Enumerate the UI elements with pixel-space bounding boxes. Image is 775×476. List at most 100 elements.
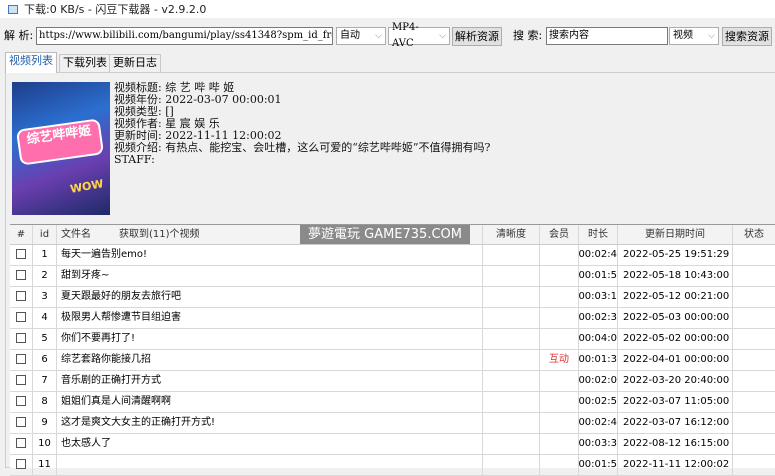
mode-select[interactable]: 自动 ⌵ [336,27,386,45]
tab-video-list[interactable]: 视频列表 [5,52,57,73]
table-row[interactable]: 1 每天一遍告别emo! 00:02:4 2022-05-25 19:51:29 [10,245,775,266]
row-checkbox-cell[interactable] [10,434,33,454]
row-duration-text: 00:02:4 [579,417,617,428]
row-checkbox-cell[interactable] [10,245,33,265]
row-status [733,455,775,475]
row-checkbox-cell[interactable] [10,287,33,307]
row-date: 2022-04-01 00:00:00 [618,350,733,370]
row-vip [540,329,579,349]
row-duration: 00:01:5 [579,455,618,475]
row-duration-text: 00:01:5 [579,270,617,281]
search-type-select[interactable]: 视频 ⌵ [669,27,719,45]
table-row[interactable]: 9 这才是爽文大女主的正确打开方式! 00:02:4 2022-03-07 16:12… [10,413,775,434]
row-checkbox-cell[interactable] [10,329,33,349]
search-label: 搜 索: [513,29,543,42]
row-filename: 每天一遍告别emo! [57,245,483,265]
row-filename: 极限男人帮惨遭节目组迫害 [57,308,483,328]
row-duration: 00:02:3 [579,308,618,328]
row-checkbox[interactable] [16,291,26,301]
format-select[interactable]: MP4-AVC ⌵ [388,22,450,49]
table-row[interactable]: 6 综艺套路你能接几招 互动 00:01:3 2022-04-01 00:00:00 [10,350,775,371]
row-checkbox[interactable] [16,417,26,427]
row-duration: 00:04:0 [579,329,618,349]
row-date: 2022-08-12 16:15:00 [618,434,733,454]
row-duration-text: 00:02:4 [579,249,617,260]
row-duration-text: 00:02:5 [579,396,617,407]
row-id: 1 [33,245,57,265]
url-input[interactable]: https://www.bilibili.com/bangumi/play/ss… [36,27,333,45]
row-status [733,434,775,454]
row-duration-text: 00:04:0 [579,333,617,344]
row-status [733,329,775,349]
col-duration[interactable]: 时长 [579,225,618,244]
row-checkbox[interactable] [16,354,26,364]
row-checkbox-cell[interactable] [10,266,33,286]
table-row[interactable]: 10 也太感人了 00:03:3 2022-08-12 16:15:00 [10,434,775,455]
row-duration: 00:03:1 [579,287,618,307]
row-status [733,287,775,307]
row-filename: 姐姐们真是人间清醒啊啊 [57,392,483,412]
row-vip [540,245,579,265]
row-date: 2022-05-03 00:00:00 [618,308,733,328]
row-checkbox[interactable] [16,375,26,385]
row-checkbox[interactable] [16,333,26,343]
table-row[interactable]: 4 极限男人帮惨遭节目组迫害 00:02:3 2022-05-03 00:00:00 [10,308,775,329]
search-button[interactable]: 搜索资源 [722,27,772,46]
row-duration: 00:01:3 [579,350,618,370]
tab-download-list[interactable]: 下载列表 [59,54,111,72]
row-vip [540,266,579,286]
row-duration-text: 00:01:5 [579,459,617,470]
col-quality[interactable]: 清晰度 [483,225,540,244]
row-id: 4 [33,308,57,328]
video-info: 视频标题: 综 艺 哔 哔 姬 视频年份: 2022-03-07 00:00:0… [114,82,490,166]
row-date: 2022-03-20 20:40:00 [618,371,733,391]
row-checkbox[interactable] [16,249,26,259]
table-row[interactable]: 8 姐姐们真是人间清醒啊啊 00:02:5 2022-03-07 11:05:00 [10,392,775,413]
row-quality [483,245,540,265]
window-title: 下载:0 KB/s - 闪豆下载器 - v2.9.2.0 [24,3,207,16]
info-intro: 视频介绍: 有热点、能挖宝、会吐槽，这么可爱的“综艺哔哔姬”不值得拥有吗? [114,141,491,154]
row-id: 10 [33,434,57,454]
row-vip [540,413,579,433]
col-vip[interactable]: 会员 [540,225,579,244]
row-date: 2022-03-07 11:05:00 [618,392,733,412]
parse-button[interactable]: 解析资源 [452,27,502,46]
row-date: 2022-11-11 12:00:02 [618,455,733,475]
row-checkbox[interactable] [16,438,26,448]
col-date[interactable]: 更新日期时间 [618,225,733,244]
video-cover-image: 综艺哔哔姬 WOW [12,82,110,215]
chevron-down-icon: ⌵ [439,31,446,41]
row-checkbox[interactable] [16,312,26,322]
tab-update-log[interactable]: 更新日志 [109,54,161,72]
row-checkbox-cell[interactable] [10,308,33,328]
table-row[interactable]: 5 你们不要再打了! 00:04:0 2022-05-02 00:00:00 [10,329,775,350]
row-quality [483,371,540,391]
row-duration: 00:02:4 [579,413,618,433]
col-status[interactable]: 状态 [733,225,775,244]
row-filename: 甜到牙疼~ [57,266,483,286]
row-date: 2022-05-12 00:21:00 [618,287,733,307]
table-row[interactable]: 7 音乐剧的正确打开方式 00:02:0 2022-03-20 20:40:00 [10,371,775,392]
col-check[interactable]: # [10,225,33,244]
row-id: 6 [33,350,57,370]
app-icon [8,4,18,14]
row-checkbox-cell[interactable] [10,455,33,475]
row-checkbox-cell[interactable] [10,371,33,391]
row-quality [483,266,540,286]
row-checkbox-cell[interactable] [10,413,33,433]
chevron-down-icon: ⌵ [375,31,382,41]
table-row[interactable]: 3 夏天跟最好的朋友去旅行吧 00:03:1 2022-05-12 00:21:00 [10,287,775,308]
table-row[interactable]: 2 甜到牙疼~ 00:01:5 2022-05-18 10:43:00 [10,266,775,287]
table-row[interactable]: 11 00:01:5 2022-11-11 12:00:02 [10,455,775,476]
row-checkbox[interactable] [16,396,26,406]
row-checkbox-cell[interactable] [10,350,33,370]
row-filename: 综艺套路你能接几招 [57,350,483,370]
row-checkbox[interactable] [16,270,26,280]
search-input[interactable]: 搜索内容 [546,27,668,45]
row-checkbox-cell[interactable] [10,392,33,412]
row-filename: 音乐剧的正确打开方式 [57,371,483,391]
search-type-value: 视频 [673,30,693,41]
row-id: 2 [33,266,57,286]
col-id[interactable]: id [33,225,57,244]
row-quality [483,455,540,475]
